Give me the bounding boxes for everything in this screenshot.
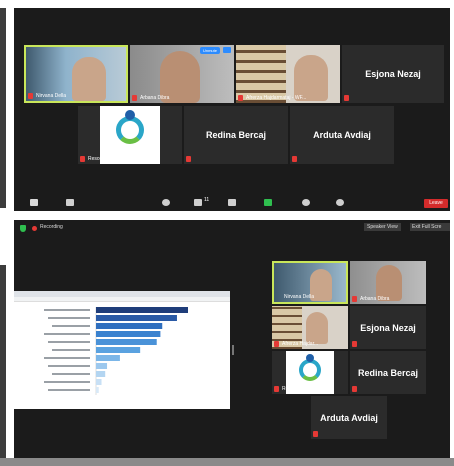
- meeting-toolbar: 11 Leave: [14, 194, 450, 211]
- mute-icon: [238, 95, 243, 101]
- logo-tile[interactable]: Resource Centre Albania: [78, 106, 182, 164]
- microphone-icon[interactable]: [30, 199, 38, 206]
- name-tile[interactable]: Arduta Avdiaj: [290, 106, 394, 164]
- more-options-icon[interactable]: [223, 47, 231, 53]
- taskbar-strip: [0, 458, 454, 466]
- chart-category-label-placeholder: [44, 333, 90, 335]
- chart-category-label-placeholder: [52, 349, 90, 351]
- mute-icon: [132, 95, 137, 101]
- video-tile[interactable]: Nirvana Della: [24, 45, 128, 103]
- chart-bar: [96, 363, 108, 369]
- recording-indicator-icon: [32, 226, 37, 231]
- video-tile[interactable]: Afrerza Hajdar...: [272, 306, 348, 349]
- participant-name: Arbana Dibra: [140, 95, 170, 101]
- unmute-badge[interactable]: Unmute: [199, 47, 220, 54]
- resize-handle[interactable]: [232, 345, 234, 355]
- chart-category-label-placeholder: [48, 389, 90, 391]
- share-screen-icon[interactable]: [264, 199, 272, 206]
- participant-name: Arbana Dibra: [360, 296, 390, 302]
- participant-name: Nirvana Della: [284, 294, 315, 300]
- video-tile[interactable]: Unmute Arbana Dibra: [130, 45, 234, 103]
- name-tile[interactable]: Redina Bercaj: [184, 106, 288, 164]
- chart-category-label-placeholder: [44, 381, 90, 383]
- mute-icon: [274, 341, 279, 347]
- mute-icon: [313, 431, 318, 437]
- mute-icon: [352, 296, 357, 302]
- participant-face: [306, 312, 328, 344]
- side-window-strip: [0, 265, 6, 460]
- chart-category-label-placeholder: [48, 317, 90, 319]
- zoom-meeting-bottom: Recording Speaker View Exit Full Scre Ni…: [14, 220, 450, 460]
- resource-centre-logo-icon: [299, 359, 321, 381]
- shared-screen: [14, 291, 230, 409]
- name-tile[interactable]: Esjona Nezaj: [342, 45, 444, 103]
- participant-name: Arduta Avdiaj: [313, 130, 371, 140]
- mute-icon: [352, 341, 357, 347]
- chart-bar: [96, 347, 141, 353]
- participant-name: Nirvana Della: [36, 93, 67, 99]
- chart-category-label-placeholder: [48, 341, 90, 343]
- leave-button[interactable]: Leave: [424, 199, 448, 208]
- chart-bar: [96, 371, 106, 377]
- zoom-meeting-top: Nirvana Della Unmute Arbana Dibra Afrerz…: [14, 8, 450, 211]
- recording-label: Recording: [40, 224, 63, 230]
- chart-bar: [96, 331, 161, 337]
- video-tile[interactable]: Arbana Dibra: [350, 261, 426, 304]
- mute-icon: [274, 386, 279, 392]
- security-shield-icon: [20, 225, 26, 232]
- browser-address-bar: [14, 297, 230, 302]
- chart-bar: [96, 355, 120, 361]
- chart-category-label-placeholder: [44, 357, 90, 359]
- resource-centre-logo-icon: [116, 116, 144, 144]
- video-tile[interactable]: Nirvana Della: [272, 261, 348, 304]
- logo-dot-icon: [306, 354, 314, 362]
- chart-bar: [96, 339, 157, 345]
- video-tile[interactable]: Afrerza Hajdarmataj - WF...: [236, 45, 340, 103]
- survey-bar-chart: [14, 303, 230, 409]
- chat-icon[interactable]: [228, 199, 236, 206]
- participant-name: Resource Centre: [282, 386, 320, 392]
- mute-icon: [80, 156, 85, 162]
- reactions-icon[interactable]: [336, 199, 344, 206]
- speaker-view-button[interactable]: Speaker View: [364, 223, 401, 231]
- chart-bar: [96, 387, 99, 393]
- chart-bar: [96, 323, 163, 329]
- side-window-strip: [0, 8, 6, 208]
- name-tile[interactable]: Redina Bercaj: [350, 351, 426, 394]
- participant-name: Afrerza Hajdar...: [282, 341, 319, 347]
- name-tile[interactable]: Arduta Avdiaj: [311, 396, 387, 439]
- participant-name: Esjona Nezaj: [365, 69, 421, 79]
- participant-name: Resource Centre Albania: [88, 156, 144, 162]
- bar-chart: [44, 307, 188, 395]
- record-icon[interactable]: [302, 199, 310, 206]
- logo-dot-icon: [125, 110, 135, 120]
- participant-name: Afrerza Hajdarmataj - WF...: [246, 95, 307, 101]
- participant-name: Arduta Avdiaj: [320, 412, 378, 423]
- participant-name: Redina Bercaj: [205, 130, 267, 140]
- chart-category-label-placeholder: [48, 365, 90, 367]
- chart-category-label-placeholder: [44, 309, 90, 311]
- mute-icon: [186, 156, 191, 162]
- mute-icon: [292, 156, 297, 162]
- security-icon[interactable]: [162, 199, 170, 206]
- chart-category-label-placeholder: [52, 325, 90, 327]
- mute-icon: [352, 386, 357, 392]
- video-camera-icon[interactable]: [66, 199, 74, 206]
- chart-bar: [96, 315, 177, 321]
- name-tile[interactable]: Esjona Nezaj: [350, 306, 426, 349]
- exit-fullscreen-button[interactable]: Exit Full Scre: [410, 223, 450, 231]
- chart-bar: [96, 307, 188, 313]
- participant-face: [72, 57, 106, 101]
- mute-icon: [28, 93, 33, 99]
- logo-tile[interactable]: Resource Centre: [272, 351, 348, 394]
- chart-bar: [96, 379, 102, 385]
- participants-icon[interactable]: [194, 199, 202, 206]
- mute-icon: [344, 95, 349, 101]
- participant-name: Esjona Nezaj: [360, 322, 416, 333]
- participants-count: 11: [204, 197, 210, 203]
- participant-name: Redina Bercaj: [357, 367, 419, 378]
- chart-category-label-placeholder: [52, 373, 90, 375]
